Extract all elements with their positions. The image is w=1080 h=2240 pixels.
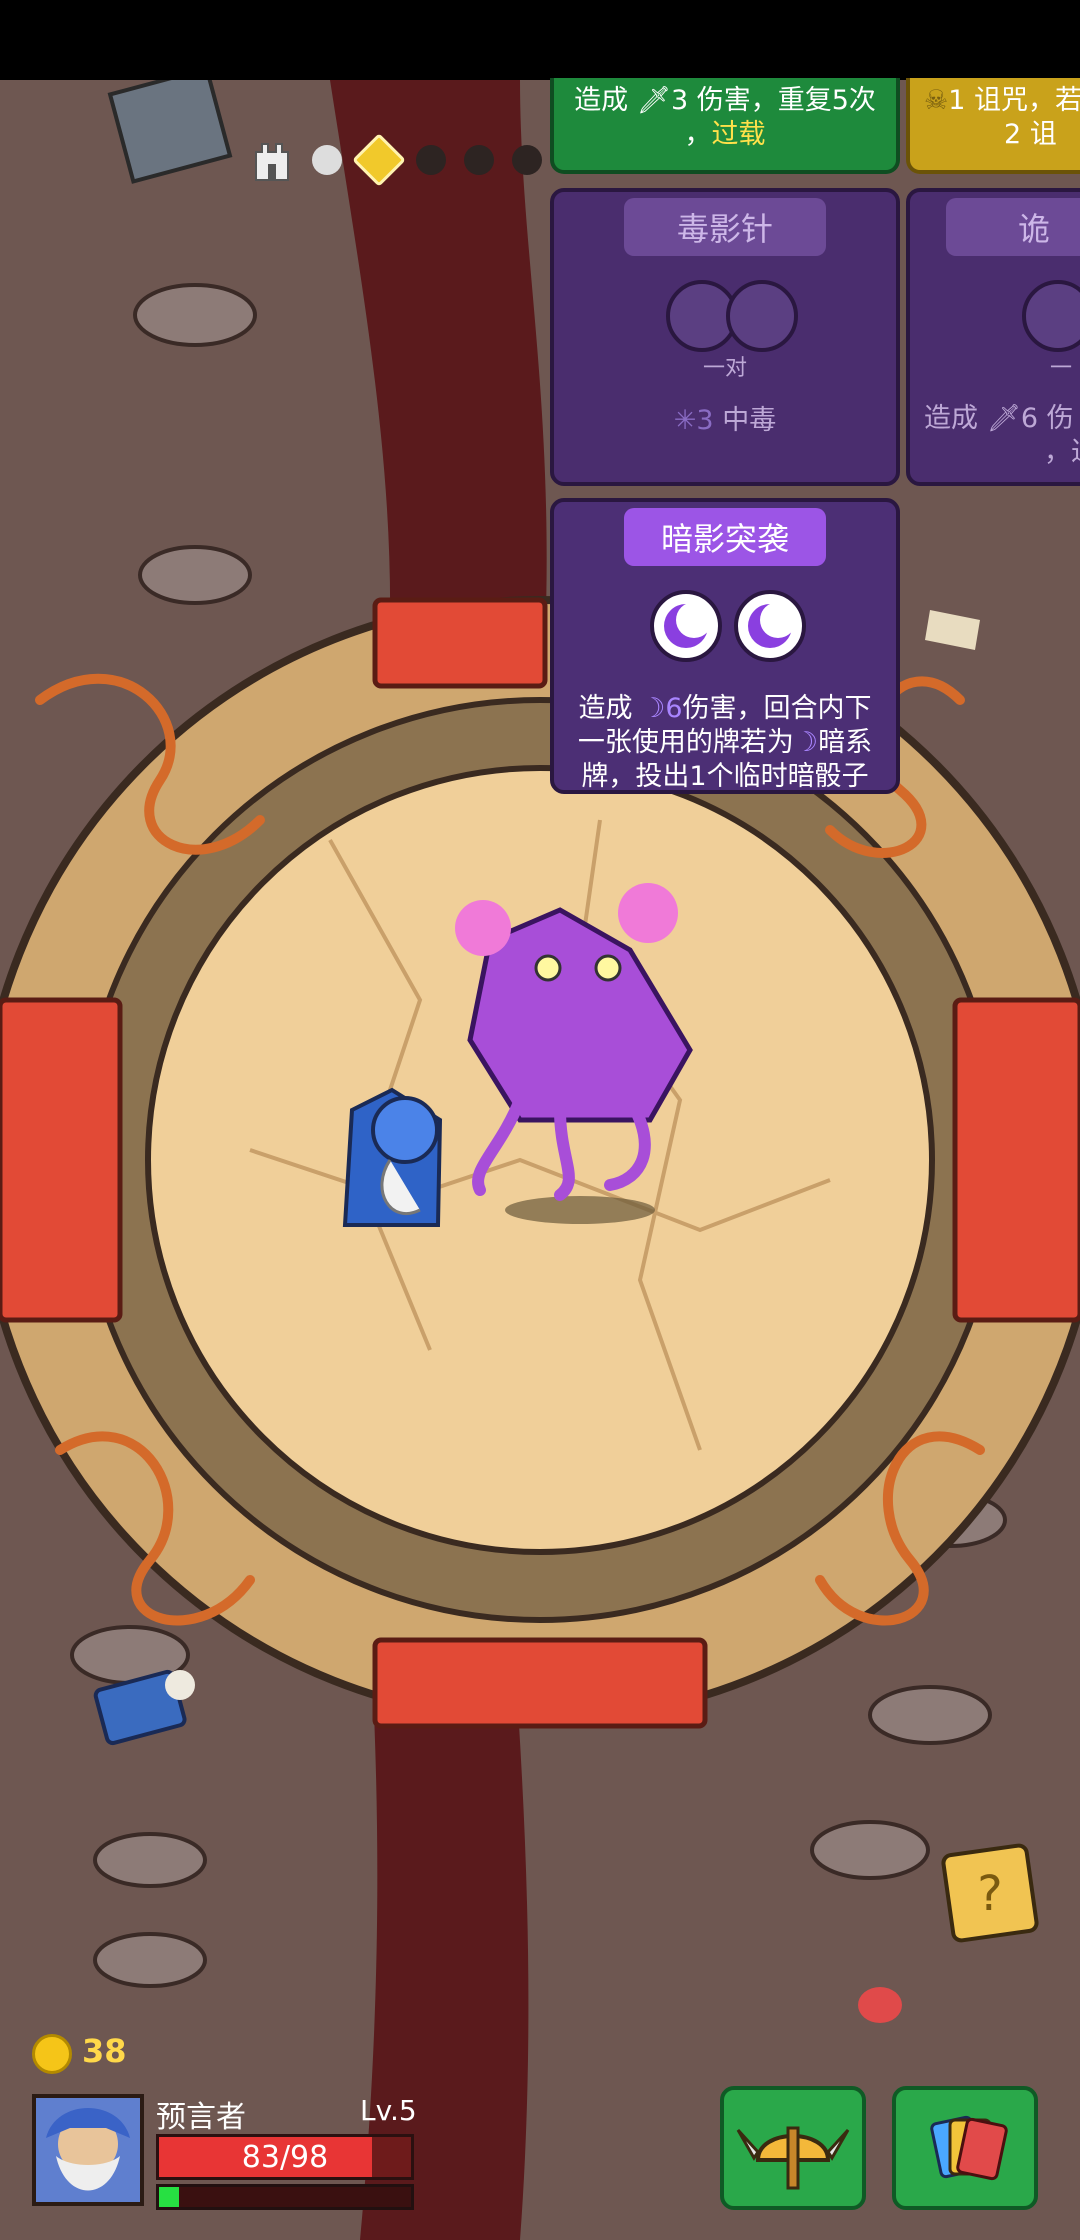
poison-needle-card[interactable]: 毒影针 一对 ✳3 中毒 xyxy=(550,188,900,486)
partial-card[interactable]: 诡 一 造成 🗡6 伤 ，过 xyxy=(906,188,1080,486)
poison-value: 3 xyxy=(696,405,714,436)
progress-node-done xyxy=(312,145,342,175)
card-text: 造成 xyxy=(578,693,633,724)
moon-icon: ☽ xyxy=(641,693,666,724)
card-title: 暗影突袭 xyxy=(624,508,826,566)
hp-bar: 83/98 xyxy=(156,2134,414,2180)
card-text: 造成 xyxy=(574,85,629,116)
moon-dice-icon xyxy=(650,590,722,662)
card-title: 诡 xyxy=(946,198,1080,256)
card-title: 毒影针 xyxy=(624,198,826,256)
helmet-icon xyxy=(736,2126,850,2190)
dice-slot-empty xyxy=(726,280,798,352)
attack-card[interactable]: 造成 🗡3 伤害，重复5次 ，过载 xyxy=(550,78,900,174)
equipment-button[interactable] xyxy=(720,2086,866,2210)
slot-requirement-label: 一 xyxy=(1050,356,1073,381)
hp-text: 83/98 xyxy=(241,2139,329,2175)
card-text: ，过 xyxy=(1044,437,1080,468)
slot-requirement-label: 一对 xyxy=(702,356,747,381)
curse-card[interactable]: ☠1 诅咒，若 2 诅 xyxy=(906,78,1080,174)
progress-node-locked xyxy=(416,145,446,175)
damage-value: 6 xyxy=(1020,403,1039,434)
wizard-hero[interactable] xyxy=(342,1087,443,1227)
skull-icon: ☠ xyxy=(924,85,949,116)
card-text: 伤 xyxy=(1046,403,1074,434)
card-text: 伤害，重复5次 xyxy=(696,85,876,116)
question-icon: ? xyxy=(977,1866,1002,1922)
dungeon-progress-track xyxy=(250,133,542,187)
hero-level: Lv.5 xyxy=(360,2094,417,2127)
xp-bar xyxy=(156,2184,414,2210)
status-bar-area xyxy=(0,0,1080,80)
overload-keyword: 过载 xyxy=(711,119,766,150)
card-text: ， xyxy=(684,119,712,150)
progress-node-locked xyxy=(512,145,542,175)
dice-slot-empty xyxy=(1022,280,1080,352)
progress-node-locked xyxy=(464,145,494,175)
shadow-strike-card[interactable]: 暗影突袭 造成 ☽6伤害，回合内下一张使用的牌若为☽暗系牌，投出1个临时暗骰子 xyxy=(550,498,900,794)
cards-icon xyxy=(930,2115,1008,2181)
coin-count: 38 xyxy=(82,2032,127,2070)
curse-value: 2 xyxy=(1004,119,1022,150)
moon-icon: ☽ xyxy=(793,727,819,758)
curse-value: 1 xyxy=(948,85,966,116)
coin-icon xyxy=(32,2034,72,2074)
moon-dice-icon xyxy=(734,590,806,662)
card-text: 诅咒，若 xyxy=(974,85,1080,116)
hero-avatar[interactable] xyxy=(32,2094,144,2206)
sword-icon: 🗡 xyxy=(636,85,671,116)
poison-label: 中毒 xyxy=(722,405,777,436)
tower-icon xyxy=(255,143,289,181)
progress-node-current xyxy=(352,133,406,187)
xp-bar-fill xyxy=(159,2187,180,2207)
damage-value: 6 xyxy=(665,693,683,724)
poison-icon: ✳ xyxy=(673,405,697,436)
deck-button[interactable] xyxy=(892,2086,1038,2210)
card-text: 造成 xyxy=(924,403,978,434)
damage-value: 3 xyxy=(670,85,689,116)
sword-icon: 🗡 xyxy=(986,403,1021,434)
hero-name: 预言者 xyxy=(156,2100,246,2135)
card-text: 诅 xyxy=(1029,119,1057,150)
